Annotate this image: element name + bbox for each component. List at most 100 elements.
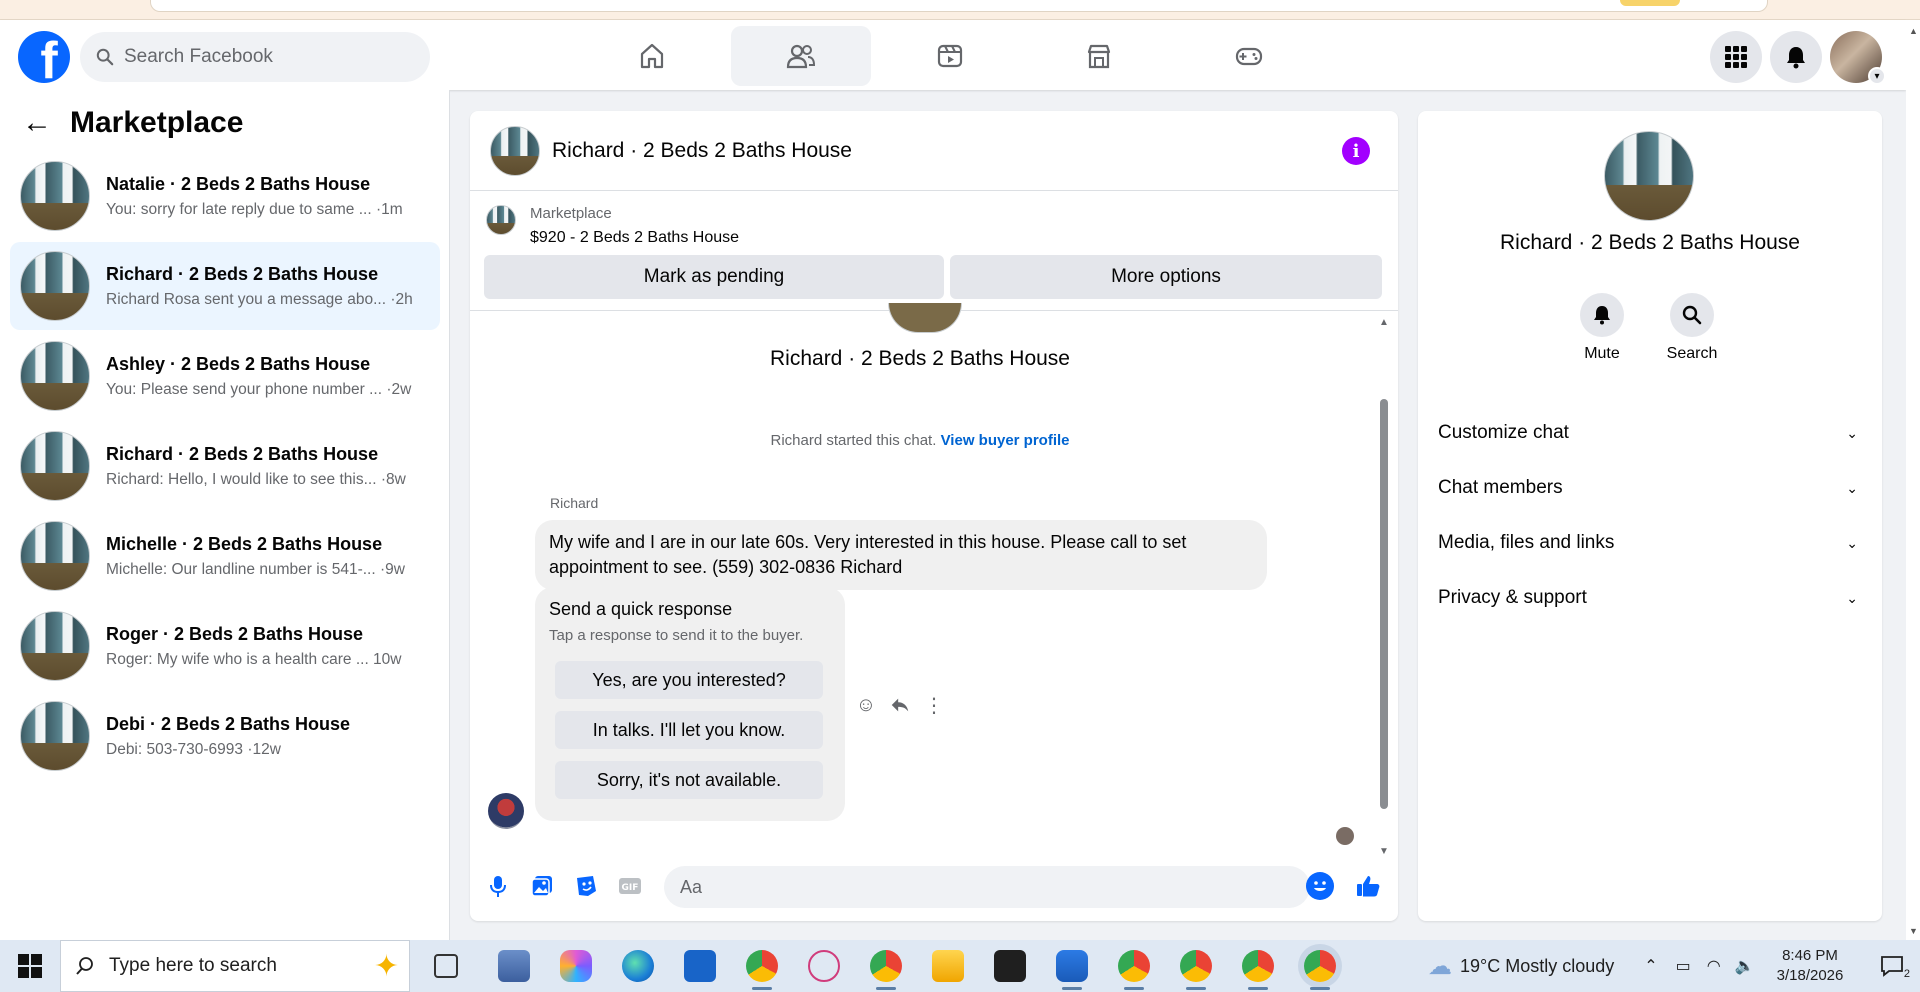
chevron-up-icon[interactable]: ⌃ [1644,956,1657,976]
weather-text[interactable]: 19°C Mostly cloudy [1460,956,1614,977]
facebook-header: f ▾ [0,20,1906,90]
app-icon-edge[interactable] [622,950,654,982]
task-view-icon[interactable] [434,954,458,978]
app-icon-outlook[interactable] [684,950,716,982]
quick-response-button[interactable]: In talks. I'll let you know. [555,711,823,749]
photo-icon[interactable] [528,872,556,900]
app-icon-sticky[interactable] [994,950,1026,982]
app-icon-chrome-3[interactable] [1180,950,1212,990]
sidebar-title: Marketplace [70,106,244,139]
app-icon-chrome[interactable] [746,950,778,990]
quick-response-button[interactable]: Yes, are you interested? [555,661,823,699]
conversation-item[interactable]: Ashley · 2 Beds 2 Baths House You: Please… [10,332,440,420]
nav-tab-gaming[interactable] [1179,26,1319,86]
smiley-react-icon[interactable]: ☺ [854,693,878,717]
scrollbar-thumb[interactable] [1380,399,1388,809]
account-avatar[interactable]: ▾ [1830,31,1886,85]
network-icon[interactable]: ▭ [1676,956,1691,976]
sender-name: Richard [550,495,599,511]
message-bubble[interactable]: My wife and I are in our late 60s. Very … [535,520,1267,590]
volume-muted-icon[interactable]: 🔈 [1735,956,1755,976]
info-icon[interactable]: i [1342,137,1370,165]
browser-yellow-button[interactable] [1620,0,1680,6]
browser-address-bar[interactable] [150,0,1768,12]
listing-price[interactable]: $920 - 2 Beds 2 Baths House [530,229,739,247]
emoji-icon[interactable] [1306,872,1334,900]
gamepad-icon [1235,47,1263,66]
sidebar-header: ← Marketplace [22,106,243,140]
message-input[interactable] [664,866,1310,908]
listing-thumbnail [20,701,90,771]
system-tray: ☁ 19°C Mostly cloudy ⌃ ▭ ◠ 🔈 [1420,940,1755,992]
conversation-preview: You: sorry for late reply due to same ..… [106,200,403,218]
app-icon-file-explorer[interactable] [932,950,964,982]
search-conversation-button[interactable]: Search [1652,293,1732,363]
chat-avatar[interactable] [490,125,540,176]
nav-tab-marketplace[interactable] [1029,26,1169,86]
grid-menu-icon [1725,46,1747,68]
message-actions: ☺ ⋮ [854,693,946,717]
conversation-item[interactable]: Natalie · 2 Beds 2 Baths House You: sorry… [10,152,440,240]
notification-center-icon[interactable]: 2 [1880,954,1910,980]
quick-response-button[interactable]: Sorry, it's not available. [555,761,823,799]
listing-thumbnail[interactable] [486,205,516,235]
conversation-item[interactable]: Debi · 2 Beds 2 Baths House Debi: 503-730… [10,692,440,780]
menu-button[interactable] [1710,31,1762,83]
scroll-up-arrow-icon[interactable]: ▲ [1909,26,1918,36]
search-input[interactable] [124,46,404,68]
nav-tab-home[interactable] [582,26,722,86]
scroll-down-arrow-icon[interactable]: ▼ [1909,926,1918,936]
thread-scrollbar[interactable]: ▲ ▼ [1378,317,1390,857]
view-buyer-profile-link[interactable]: View buyer profile [941,432,1070,449]
more-vertical-icon[interactable]: ⋮ [922,693,946,717]
app-icon-copilot[interactable] [560,950,592,982]
conversation-item[interactable]: Michelle · 2 Beds 2 Baths House Michelle:… [10,512,440,600]
app-icon-defender[interactable] [1056,950,1088,990]
media-files-links-section[interactable]: Media, files and links ⌄ [1438,523,1862,563]
app-icon-chrome-active[interactable] [1304,950,1336,990]
gif-icon[interactable]: GIF [616,872,644,900]
window-scrollbar[interactable]: ▲ ▼ [1906,20,1920,940]
app-icon-notepad[interactable] [498,950,530,982]
taskbar-clock[interactable]: 8:46 PM 3/18/2026 [1760,946,1860,986]
conversation-item[interactable]: Roger · 2 Beds 2 Baths House Roger: My wi… [10,602,440,690]
chevron-down-icon: ⌄ [1846,479,1858,496]
mark-pending-button[interactable]: Mark as pending [484,255,944,299]
listing-thumbnail [20,341,90,411]
app-icon-chrome-profile[interactable] [870,950,902,990]
app-icon-snipping[interactable] [808,950,840,982]
conversation-preview: Richard Rosa sent you a message abo... ·… [106,290,413,308]
sender-avatar[interactable] [488,793,524,829]
notifications-button[interactable] [1770,31,1822,83]
app-icon-chrome-2[interactable] [1118,950,1150,990]
wifi-icon[interactable]: ◠ [1707,956,1721,976]
sticker-icon[interactable] [572,872,600,900]
facebook-logo[interactable]: f [18,31,70,83]
windows-start-icon[interactable] [18,954,42,978]
privacy-support-section[interactable]: Privacy & support ⌄ [1438,578,1862,618]
microphone-icon[interactable] [484,872,512,900]
taskbar-search[interactable]: Type here to search ✦ [60,940,410,992]
app-icon-chrome-4[interactable] [1242,950,1274,990]
thumbs-up-icon[interactable] [1354,872,1382,900]
back-arrow-icon[interactable]: ← [22,106,58,140]
bell-icon [1787,47,1805,69]
conversation-item[interactable]: Richard · 2 Beds 2 Baths House Richard: H… [10,422,440,510]
chat-members-section[interactable]: Chat members ⌄ [1438,468,1862,508]
taskbar-search-placeholder: Type here to search [109,955,277,976]
scroll-up-arrow-icon[interactable]: ▲ [1379,317,1389,328]
listing-thumbnail [20,251,90,321]
reply-icon[interactable] [888,693,912,717]
conversation-name: Debi · 2 Beds 2 Baths House [106,713,351,734]
nav-tab-friends[interactable] [731,26,871,86]
details-avatar[interactable] [1604,131,1694,221]
mute-button[interactable]: Mute [1562,293,1642,363]
conversation-preview: Roger: My wife who is a health care ... … [106,650,402,668]
search-box[interactable] [80,32,430,82]
listing-thumbnail [20,521,90,591]
more-options-button[interactable]: More options [950,255,1382,299]
conversation-item-active[interactable]: Richard · 2 Beds 2 Baths House Richard Ro… [10,242,440,330]
chat-title[interactable]: Richard · 2 Beds 2 Baths House [552,139,852,163]
nav-tab-watch[interactable] [880,26,1020,86]
customize-chat-section[interactable]: Customize chat ⌄ [1438,413,1862,453]
